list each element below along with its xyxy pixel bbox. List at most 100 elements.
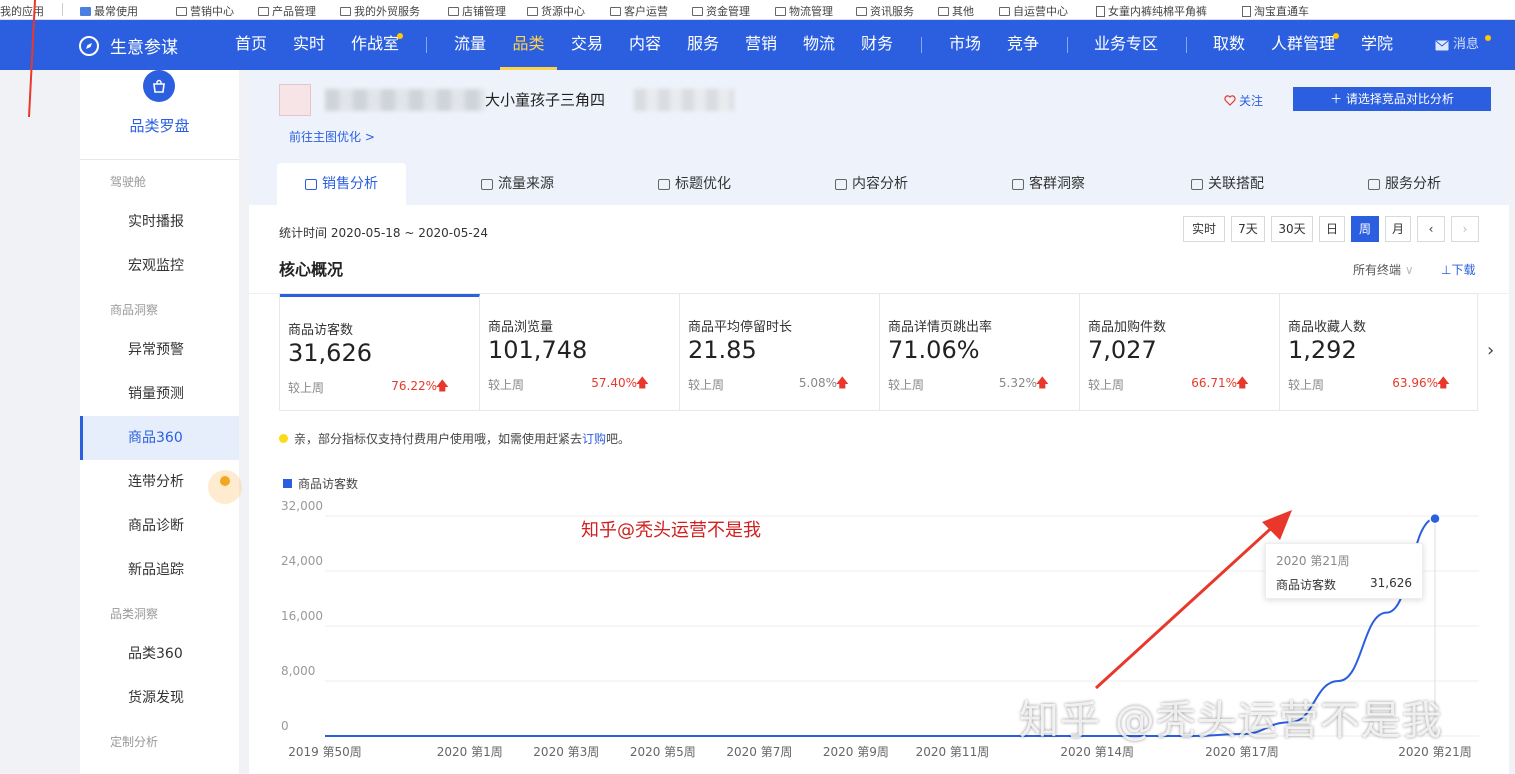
folder-icon [938,6,949,16]
sidebar-item-diagnosis[interactable]: 商品诊断 [80,504,239,548]
nav-audience[interactable]: 人群管理 [1270,20,1336,70]
arrow-up-icon: 🡅 [835,376,849,391]
nav-competition[interactable]: 竞争 [1006,20,1040,70]
bookmark-item[interactable]: 资讯服务 [856,3,914,19]
sidebar-item-forecast[interactable]: 销量预测 [80,372,239,416]
folder-icon [340,6,351,16]
x-tick-label: 2020 第1周 [437,745,503,759]
bookmark-item[interactable]: 营销中心 [176,3,234,19]
bookmark-item[interactable]: 产品管理 [258,3,316,19]
bookmark-apps[interactable]: 我的应用 [0,3,44,19]
y-tick-label: 8,000 [281,664,315,678]
nav-divider [921,37,922,53]
nav-finance[interactable]: 财务 [860,20,894,70]
metric-card[interactable]: 商品收藏人数 1,292 较上周 63.96% 🡅 [1280,294,1480,410]
sidebar-group-cockpit: 驾驶舱 [110,175,147,189]
tab-traffic-source[interactable]: 流量来源 [481,163,554,205]
x-tick-label: 2020 第5周 [630,745,696,759]
nav-fetch-data[interactable]: 取数 [1212,20,1246,70]
bookmark-item[interactable]: 物流管理 [775,3,833,19]
period-month-button[interactable]: 月 [1385,216,1411,242]
next-period-button[interactable]: › [1451,216,1479,242]
folder-icon [448,6,459,16]
metric-compare-label: 较上周 [688,378,725,392]
bookmark-item[interactable]: 客户运营 [610,3,668,19]
period-30d-button[interactable]: 30天 [1271,216,1313,242]
subscribe-link[interactable]: 订购 [582,430,606,447]
metric-card[interactable]: 商品详情页跳出率 71.06% 较上周 5.32% 🡅 [880,294,1080,410]
sidebar-item-anomaly[interactable]: 异常预警 [80,328,239,372]
sidebar-item-new-product[interactable]: 新品追踪 [80,548,239,592]
nav-logistics[interactable]: 物流 [802,20,836,70]
bookmark-item[interactable]: 自运营中心 [999,3,1068,19]
tab-association[interactable]: 关联搭配 [1191,163,1264,205]
metric-card[interactable]: 商品平均停留时长 21.85 较上周 5.08% 🡅 [680,294,880,410]
tab-audience[interactable]: 客群洞察 [1012,163,1085,205]
page-icon [1242,5,1251,17]
legend-label: 商品访客数 [298,477,359,491]
metric-card[interactable]: 商品加购件数 7,027 较上周 66.71% 🡅 [1080,294,1280,410]
tooltip-title: 2020 第21周 [1276,554,1350,568]
nav-home[interactable]: 首页 [234,20,268,70]
nav-realtime[interactable]: 实时 [292,20,326,70]
sidebar-item-product-360[interactable]: 商品360 [80,416,239,460]
metric-label: 商品收藏人数 [1288,320,1367,335]
info-dot-icon [279,434,288,443]
tab-title-optimize[interactable]: 标题优化 [658,163,731,205]
nav-market[interactable]: 市场 [948,20,982,70]
tab-sales[interactable]: 销售分析 [277,163,406,205]
nav-category[interactable]: 品类 [500,20,557,70]
bookmark-item[interactable]: 淘宝直通车 [1242,3,1309,19]
nav-traffic[interactable]: 流量 [453,20,487,70]
tab-service[interactable]: 服务分析 [1368,163,1441,205]
sidebar-divider [80,159,239,160]
period-week-button[interactable]: 周 [1351,216,1379,242]
bookmark-item[interactable]: 资金管理 [692,3,750,19]
bookmark-item[interactable]: 我的外贸服务 [340,3,420,19]
bookmark-item[interactable]: 货源中心 [527,3,585,19]
sidebar-item-macro[interactable]: 宏观监控 [80,244,239,288]
mail-icon [1435,40,1449,50]
terminal-value: 所有终端 [1353,263,1402,277]
compass-icon [79,35,99,56]
analysis-tabs: 销售分析 流量来源 标题优化 内容分析 客群洞察 关联搭配 服务分析 [249,163,1509,205]
metric-card[interactable]: 商品浏览量 101,748 较上周 57.40% 🡅 [480,294,680,410]
compare-competitor-button[interactable]: ＋ 请选择竞品对比分析 [1293,87,1491,111]
period-realtime-button[interactable]: 实时 [1183,216,1225,242]
nav-divider [1186,37,1187,53]
terminal-select[interactable]: 所有终端 ∨ [1353,261,1414,278]
sidebar-item-sourcing[interactable]: 货源发现 [80,676,239,720]
tab-label: 流量来源 [498,176,554,192]
nav-business-zone[interactable]: 业务专区 [1093,20,1159,70]
bookmark-item[interactable]: 店铺管理 [448,3,506,19]
metric-label: 商品浏览量 [488,320,554,335]
chevron-down-icon: ∨ [1404,263,1414,277]
period-day-button[interactable]: 日 [1319,216,1345,242]
download-button[interactable]: ⊥下载 [1441,261,1475,278]
period-7d-button[interactable]: 7天 [1231,216,1265,242]
tab-content[interactable]: 内容分析 [835,163,908,205]
chart-tooltip: 2020 第21周 商品访客数 31,626 [1265,543,1423,599]
nav-messages[interactable]: 消息 [1435,20,1493,70]
brand-logo[interactable]: 生意参谋 [78,33,178,58]
next-metrics-button[interactable]: › [1487,340,1494,361]
nav-trade[interactable]: 交易 [570,20,604,70]
sidebar-item-category-360[interactable]: 品类360 [80,632,239,676]
prev-period-button[interactable]: ‹ [1417,216,1445,242]
bookmark-item[interactable]: 其他 [938,3,974,19]
sidebar-title: 品类罗盘 [129,117,190,135]
metric-card[interactable]: 商品访客数 31,626 较上周 76.22% 🡅 [280,294,480,410]
metric-value: 1,292 [1288,336,1357,364]
nav-war-room[interactable]: 作战室 [350,20,400,70]
nav-marketing[interactable]: 营销 [744,20,778,70]
nav-content[interactable]: 内容 [628,20,662,70]
bookmark-most-used[interactable]: 最常使用 [80,3,138,19]
chart-legend[interactable]: 商品访客数 [283,475,358,492]
optimize-image-link[interactable]: 前往主图优化 > [289,128,375,145]
bookmark-item[interactable]: 女童内裤纯棉平角裤 [1096,3,1207,19]
sidebar-item-realtime[interactable]: 实时播报 [80,200,239,244]
nav-academy[interactable]: 学院 [1360,20,1394,70]
follow-button[interactable]: 关注 [1224,92,1263,109]
metric-compare-label: 较上周 [488,378,525,392]
nav-service[interactable]: 服务 [686,20,720,70]
